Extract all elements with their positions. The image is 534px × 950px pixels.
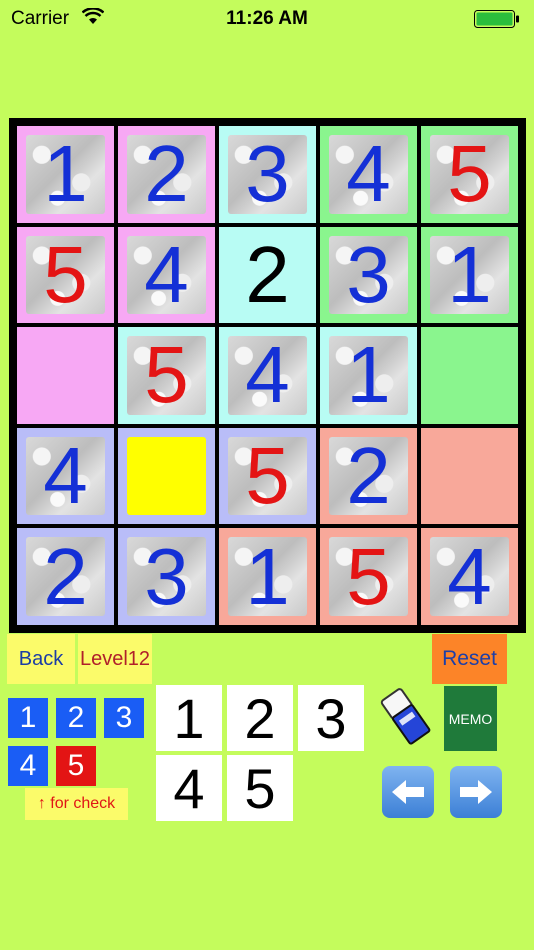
cell-number: 5	[346, 531, 391, 621]
board-cell[interactable]: 3	[320, 226, 417, 324]
number-key-2[interactable]: 2	[227, 685, 293, 751]
cell-number: 2	[346, 431, 391, 521]
cell-number: 1	[447, 229, 492, 319]
cell-number: 5	[245, 431, 290, 521]
cell-number: 5	[144, 330, 189, 420]
check-key-3[interactable]: 3	[104, 698, 144, 738]
board-cell[interactable]: 2	[118, 126, 215, 223]
cell-number: 4	[346, 129, 391, 219]
eraser-icon[interactable]	[380, 686, 432, 748]
cell-number: 4	[447, 531, 492, 621]
right-arrow-button[interactable]	[450, 766, 502, 818]
cell-number: 2	[245, 229, 290, 319]
cell-number: 4	[43, 431, 88, 521]
cell-number	[17, 327, 114, 424]
board-cell[interactable]: 4	[219, 327, 316, 424]
board-cell[interactable]	[118, 427, 215, 525]
back-button[interactable]: Back	[7, 634, 75, 684]
board-cell[interactable]: 3	[219, 126, 316, 223]
cell-number: 3	[346, 229, 391, 319]
check-key-1[interactable]: 1	[8, 698, 48, 738]
cell-number: 4	[245, 330, 290, 420]
board-cell[interactable]: 5	[219, 427, 316, 525]
cell-number	[421, 327, 518, 424]
board-cell[interactable]: 4	[118, 226, 215, 324]
cell-number: 1	[346, 330, 391, 420]
board-cell[interactable]: 1	[421, 226, 518, 324]
number-key-5[interactable]: 5	[227, 755, 293, 821]
memo-button[interactable]: MEMO	[444, 686, 497, 751]
board-cell[interactable]: 4	[421, 528, 518, 625]
board-cell[interactable]: 2	[17, 528, 114, 625]
number-key-4[interactable]: 4	[156, 755, 222, 821]
board-cell[interactable]: 4	[17, 427, 114, 525]
board-cell[interactable]: 5	[421, 126, 518, 223]
puzzle-board: 123455423154145223154	[9, 118, 526, 633]
board-cell[interactable]: 1	[320, 327, 417, 424]
board-cell[interactable]: 1	[17, 126, 114, 223]
number-key-1[interactable]: 1	[156, 685, 222, 751]
status-bar: Carrier 11:26 AM	[0, 0, 534, 36]
cell-number: 2	[43, 531, 88, 621]
cell-number	[421, 428, 518, 525]
board-cell[interactable]: 5	[17, 226, 114, 324]
cell-number: 5	[447, 129, 492, 219]
cell-number: 4	[144, 229, 189, 319]
cell-number: 1	[43, 129, 88, 219]
check-key-5[interactable]: 5	[56, 746, 96, 786]
battery-icon	[474, 10, 519, 28]
board-cell[interactable]	[17, 327, 114, 424]
clock: 11:26 AM	[226, 8, 308, 29]
board-cell[interactable]: 1	[219, 528, 316, 625]
cell-number: 3	[144, 531, 189, 621]
left-arrow-icon	[392, 780, 424, 804]
board-cell[interactable]: 3	[118, 528, 215, 625]
right-arrow-icon	[460, 780, 492, 804]
check-key-2[interactable]: 2	[56, 698, 96, 738]
check-hint-label: ↑ for check	[25, 788, 128, 820]
check-key-4[interactable]: 4	[8, 746, 48, 786]
board-cell[interactable]: 5	[118, 327, 215, 424]
level-label: Level12	[78, 634, 152, 684]
cell-number: 3	[245, 129, 290, 219]
board-cell[interactable]: 2	[320, 427, 417, 525]
board-cell[interactable]	[421, 327, 518, 424]
cell-number: 5	[43, 229, 88, 319]
number-key-3[interactable]: 3	[298, 685, 364, 751]
cell-number: 1	[245, 531, 290, 621]
board-cell[interactable]: 2	[219, 226, 316, 324]
reset-button[interactable]: Reset	[432, 634, 507, 684]
board-cell[interactable]	[421, 427, 518, 525]
cell-number	[118, 428, 215, 525]
left-arrow-button[interactable]	[382, 766, 434, 818]
board-cell[interactable]: 5	[320, 528, 417, 625]
cell-number: 2	[144, 129, 189, 219]
board-cell[interactable]: 4	[320, 126, 417, 223]
